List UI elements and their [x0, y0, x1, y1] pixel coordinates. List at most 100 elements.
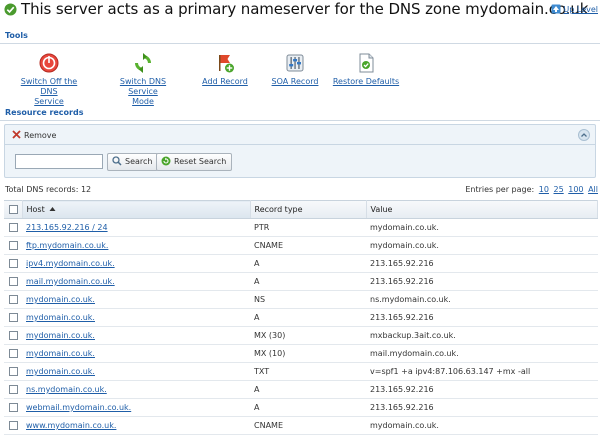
per-page-100[interactable]: 100	[568, 185, 583, 194]
per-page-25[interactable]: 25	[554, 185, 564, 194]
table-row: mydomain.co.uk. TXT v=spf1 +a ipv4:87.106.…	[4, 363, 598, 381]
row-checkbox[interactable]	[9, 295, 18, 304]
add-record-label[interactable]: Add Record	[202, 77, 248, 86]
page-header: This server acts as a primary nameserver…	[0, 0, 600, 22]
host-cell: 213.165.92.216 / 24	[22, 219, 250, 237]
row-checkbox[interactable]	[9, 331, 18, 340]
row-checkbox[interactable]	[9, 349, 18, 358]
host-cell: mydomain.co.uk.	[22, 363, 250, 381]
row-checkbox[interactable]	[9, 241, 18, 250]
record-type-cell: MX (30)	[254, 331, 286, 340]
page-title: This server acts as a primary nameserver…	[21, 0, 589, 18]
record-type-cell: NS	[254, 295, 266, 304]
up-level-label[interactable]: Up Level	[563, 5, 598, 14]
restore-defaults-label[interactable]: Restore Defaults	[333, 77, 399, 86]
host-link[interactable]: mail.mydomain.co.uk.	[26, 277, 115, 286]
host-link[interactable]: ns.mydomain.co.uk.	[26, 385, 107, 394]
reset-search-button[interactable]: Reset Search	[156, 153, 233, 171]
switch-off-dns-label[interactable]: Switch Off the DNS	[21, 77, 77, 96]
host-cell: ftp.mydomain.co.uk.	[22, 237, 250, 255]
host-link[interactable]: ipv4.mydomain.co.uk.	[26, 259, 115, 268]
entries-per-page: Entries per page: 10 25 100 All	[465, 185, 598, 194]
value-cell: 213.165.92.216	[370, 313, 434, 322]
record-type-cell: A	[254, 313, 260, 322]
table-row: mydomain.co.uk. MX (10) mail.mydomain.co.u…	[4, 345, 598, 363]
host-link[interactable]: www.mydomain.co.uk.	[26, 421, 116, 430]
search-button[interactable]: Search	[107, 153, 159, 171]
type-column-header[interactable]: Record type	[250, 200, 367, 219]
table-row: mail.mydomain.co.uk. A 213.165.92.216	[4, 273, 598, 291]
remove-label[interactable]: Remove	[24, 131, 56, 140]
host-cell: mydomain.co.uk.	[22, 327, 250, 345]
per-page-10[interactable]: 10	[539, 185, 549, 194]
switch-off-dns-button[interactable]: Switch Off the DNS Service	[12, 52, 86, 107]
value-cell: mydomain.co.uk.	[370, 421, 439, 430]
host-link[interactable]: mydomain.co.uk.	[26, 367, 95, 376]
row-select-cell	[4, 237, 22, 255]
switch-dns-mode-label-2[interactable]: Mode	[132, 97, 154, 106]
row-checkbox[interactable]	[9, 277, 18, 286]
host-cell: mail.mydomain.co.uk.	[22, 273, 250, 291]
records-toolbar-panel: Remove Search Reset Search	[4, 124, 596, 178]
table-row: www.mydomain.co.uk. CNAME mydomain.co.uk.	[4, 417, 598, 435]
host-cell: mydomain.co.uk.	[22, 291, 250, 309]
up-level-link[interactable]: Up Level	[551, 4, 598, 14]
table-row: mydomain.co.uk. NS ns.mydomain.co.uk.	[4, 291, 598, 309]
host-column-label[interactable]: Host	[27, 205, 45, 214]
row-checkbox[interactable]	[9, 259, 18, 268]
collapse-panel-button[interactable]	[578, 129, 590, 141]
select-all-checkbox[interactable]	[9, 205, 18, 214]
record-type-cell: A	[254, 403, 260, 412]
select-all-cell	[4, 200, 23, 219]
restore-defaults-button[interactable]: Restore Defaults	[332, 52, 400, 87]
value-column-label[interactable]: Value	[371, 205, 393, 214]
soa-record-label[interactable]: SOA Record	[272, 77, 319, 86]
record-type-cell: A	[254, 277, 260, 286]
host-link[interactable]: ftp.mydomain.co.uk.	[26, 241, 108, 250]
host-cell: ns.mydomain.co.uk.	[22, 381, 250, 399]
search-input[interactable]	[15, 154, 103, 169]
type-column-label[interactable]: Record type	[255, 205, 303, 214]
host-link[interactable]: mydomain.co.uk.	[26, 295, 95, 304]
host-link[interactable]: mydomain.co.uk.	[26, 331, 95, 340]
host-column-header[interactable]: Host	[22, 200, 251, 219]
switch-dns-mode-label[interactable]: Switch DNS Service	[120, 77, 166, 96]
row-checkbox[interactable]	[9, 403, 18, 412]
remove-x-icon	[12, 130, 21, 139]
soa-settings-icon	[286, 54, 304, 72]
soa-record-button[interactable]: SOA Record	[268, 52, 322, 87]
table-row: mydomain.co.uk. A 213.165.92.216	[4, 309, 598, 327]
remove-button[interactable]: Remove	[12, 130, 56, 140]
power-off-icon	[39, 53, 59, 73]
switch-off-dns-label-2[interactable]: Service	[34, 97, 64, 106]
row-select-cell	[4, 327, 22, 345]
value-column-header[interactable]: Value	[366, 200, 598, 219]
row-checkbox[interactable]	[9, 313, 18, 322]
switch-dns-mode-button[interactable]: Switch DNS Service Mode	[104, 52, 182, 107]
records-section-title: Resource records	[5, 108, 84, 117]
host-link[interactable]: mydomain.co.uk.	[26, 313, 95, 322]
row-checkbox[interactable]	[9, 367, 18, 376]
reset-search-label[interactable]: Reset Search	[174, 157, 226, 166]
host-link[interactable]: 213.165.92.216 / 24	[26, 223, 108, 232]
row-checkbox[interactable]	[9, 223, 18, 232]
tools-divider	[0, 43, 600, 44]
host-link[interactable]: mydomain.co.uk.	[26, 349, 95, 358]
record-type-cell: CNAME	[254, 421, 283, 430]
check-circle-icon	[4, 3, 17, 16]
row-checkbox[interactable]	[9, 421, 18, 430]
search-button-label[interactable]: Search	[125, 157, 152, 166]
value-cell: ns.mydomain.co.uk.	[370, 295, 451, 304]
row-checkbox[interactable]	[9, 385, 18, 394]
reset-icon	[161, 156, 171, 166]
value-cell: 213.165.92.216	[370, 403, 434, 412]
record-type-cell: TXT	[254, 367, 270, 376]
add-record-button[interactable]: Add Record	[198, 52, 252, 87]
row-select-cell	[4, 381, 22, 399]
row-select-cell	[4, 309, 22, 327]
host-link[interactable]: webmail.mydomain.co.uk.	[26, 403, 131, 412]
value-cell: mydomain.co.uk.	[370, 241, 439, 250]
per-page-all[interactable]: All	[588, 185, 598, 194]
sort-ascending-icon	[49, 207, 56, 211]
refresh-icon	[135, 53, 151, 73]
